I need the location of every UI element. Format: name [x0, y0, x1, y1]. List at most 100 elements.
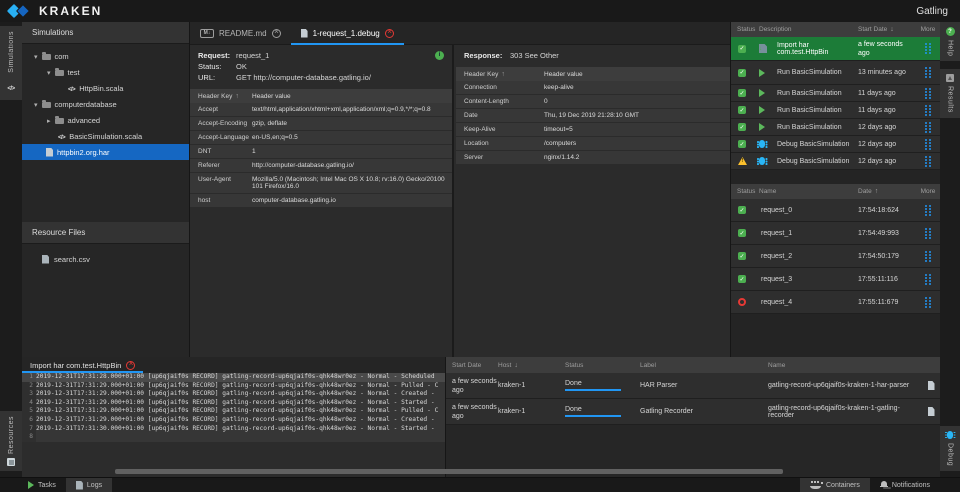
start-date-column[interactable]: Start Date [858, 25, 916, 34]
file-icon[interactable] [928, 407, 935, 416]
host-column[interactable]: Host [498, 362, 565, 369]
table-row[interactable]: hostcomputer-database.gatling.io [190, 194, 452, 207]
chevron-down-icon[interactable] [34, 100, 38, 109]
description-column[interactable]: Description [759, 26, 858, 33]
statusbar-tab-logs[interactable]: Logs [66, 478, 112, 492]
tab-readme[interactable]: README.md [190, 22, 291, 44]
table-row[interactable]: Debug BasicSimulation 12 days ago [731, 153, 940, 170]
status-column[interactable]: Status [565, 362, 640, 369]
more-menu-icon[interactable] [925, 88, 931, 99]
date-column[interactable]: Date [858, 187, 916, 196]
table-row[interactable]: Accept-Languageen-US,en;q=0.5 [190, 131, 452, 144]
task-host: kraken-1 [498, 382, 565, 389]
file-icon[interactable] [928, 381, 935, 390]
rail-tab-resources[interactable]: Resources [0, 411, 22, 471]
table-row[interactable]: request_3 17:55:11:116 [731, 268, 940, 291]
chevron-right-icon[interactable] [47, 116, 51, 125]
rail-tab-debug[interactable]: Debug [940, 426, 960, 471]
play-icon [759, 106, 765, 114]
folder-icon [55, 70, 64, 76]
horizontal-scrollbar[interactable] [115, 469, 783, 474]
table-row[interactable]: request_1 17:54:49:993 [731, 222, 940, 245]
table-row[interactable]: Import har com.test.HttpBin a few second… [731, 37, 940, 61]
rail-tab-simulations[interactable]: Simulations [0, 26, 22, 100]
more-menu-icon[interactable] [925, 67, 931, 78]
table-row[interactable]: Keep-Alivetimeout=5 [456, 123, 730, 136]
tree-item-httpbin-scala[interactable]: HttpBin.scala [22, 80, 189, 96]
more-menu-icon[interactable] [925, 251, 931, 262]
close-icon[interactable] [272, 29, 281, 38]
error-status-icon [738, 298, 746, 306]
table-row[interactable]: a few seconds ago kraken-1 Done Gatling … [446, 399, 940, 425]
table-row[interactable]: Content-Length0 [456, 95, 730, 108]
table-row[interactable]: Debug BasicSimulation 12 days ago [731, 136, 940, 153]
more-menu-icon[interactable] [925, 205, 931, 216]
header-value-column[interactable]: Header value [544, 71, 730, 78]
chevron-down-icon[interactable] [34, 52, 38, 61]
tab-request-debug-label: 1-request_1.debug [313, 29, 380, 38]
run-start-date: 12 days ago [858, 140, 916, 149]
tree-item-computerdatabase[interactable]: computerdatabase [22, 96, 189, 112]
success-status-icon [738, 69, 746, 77]
more-menu-icon[interactable] [925, 156, 931, 167]
status-column[interactable]: Status [731, 188, 759, 195]
close-icon[interactable] [385, 29, 394, 38]
table-row[interactable]: request_4 17:55:11:679 [731, 291, 940, 314]
rail-tab-help[interactable]: Help [940, 22, 960, 61]
log-output[interactable]: 12019-12-31T17:31:28.000+01:00 [up6qjaif… [22, 373, 445, 442]
tree-item-advanced[interactable]: advanced [22, 112, 189, 128]
tree-item-basicsimulation-scala[interactable]: BasicSimulation.scala [22, 128, 189, 144]
table-row[interactable]: Run BasicSimulation 11 days ago [731, 85, 940, 102]
table-row[interactable]: Accept-Encodinggzip, deflate [190, 117, 452, 130]
more-menu-icon[interactable] [925, 105, 931, 116]
table-row[interactable]: Servernginx/1.14.2 [456, 151, 730, 164]
statusbar-tab-tasks[interactable]: Tasks [18, 478, 66, 492]
more-menu-icon[interactable] [925, 43, 931, 54]
table-row[interactable]: Connectionkeep-alive [456, 81, 730, 94]
table-row[interactable]: request_0 17:54:18:624 [731, 199, 940, 222]
more-menu-icon[interactable] [925, 122, 931, 133]
tab-request-debug[interactable]: 1-request_1.debug [291, 22, 404, 44]
rail-tab-results[interactable]: Results [940, 69, 960, 118]
label-column[interactable]: Label [640, 362, 768, 369]
tree-item-test[interactable]: test [22, 64, 189, 80]
table-row[interactable]: Run BasicSimulation 12 days ago [731, 119, 940, 136]
table-row[interactable]: a few seconds ago kraken-1 Done HAR Pars… [446, 373, 940, 399]
start-date-column[interactable]: Start Date [446, 361, 498, 370]
table-row[interactable]: Accepttext/html,application/xhtml+xml,ap… [190, 103, 452, 116]
log-tab-import-har[interactable]: Import har com.test.HttpBin [22, 357, 143, 373]
table-row[interactable]: User-AgentMozilla/5.0 (Macintosh; Intel … [190, 173, 452, 193]
header-value-column[interactable]: Header value [252, 93, 452, 100]
header-key: Keep-Alive [456, 126, 544, 133]
close-icon[interactable] [126, 361, 135, 370]
table-row[interactable]: request_2 17:54:50:179 [731, 245, 940, 268]
run-start-date: 11 days ago [858, 89, 916, 98]
info-icon[interactable] [435, 51, 444, 60]
more-menu-icon[interactable] [925, 297, 931, 308]
statusbar-tab-notifications[interactable]: Notifications [870, 478, 940, 492]
header-value: gzip, deflate [252, 120, 452, 127]
more-menu-icon[interactable] [925, 228, 931, 239]
log-line: 42019-12-31T17:31:29.000+01:00 [up6qjaif… [22, 399, 445, 408]
line-number: 5 [22, 407, 36, 416]
statusbar-tab-containers[interactable]: Containers [800, 478, 870, 492]
status-column[interactable]: Status [731, 26, 759, 33]
rail-tab-resources-label: Resources [8, 416, 15, 454]
resource-item-search-csv[interactable]: search.csv [22, 250, 189, 268]
table-row[interactable]: Run BasicSimulation 13 minutes ago [731, 61, 940, 85]
name-column[interactable]: Name [768, 362, 922, 369]
more-menu-icon[interactable] [925, 274, 931, 285]
tree-item-com[interactable]: com [22, 48, 189, 64]
name-column[interactable]: Name [759, 188, 858, 195]
table-row[interactable]: Run BasicSimulation 11 days ago [731, 102, 940, 119]
table-row[interactable]: Location/computers [456, 137, 730, 150]
tree-item-httpbin2-har[interactable]: httpbin2.org.har [22, 144, 189, 160]
table-row[interactable]: DNT1 [190, 145, 452, 158]
more-menu-icon[interactable] [925, 139, 931, 150]
header-key-column[interactable]: Header Key [190, 93, 252, 100]
chevron-down-icon[interactable] [47, 68, 51, 77]
table-row[interactable]: DateThu, 19 Dec 2019 21:28:10 GMT [456, 109, 730, 122]
rail-tab-help-label: Help [947, 40, 954, 56]
table-row[interactable]: Refererhttp://computer-database.gatling.… [190, 159, 452, 172]
header-key-column[interactable]: Header Key [456, 71, 544, 78]
